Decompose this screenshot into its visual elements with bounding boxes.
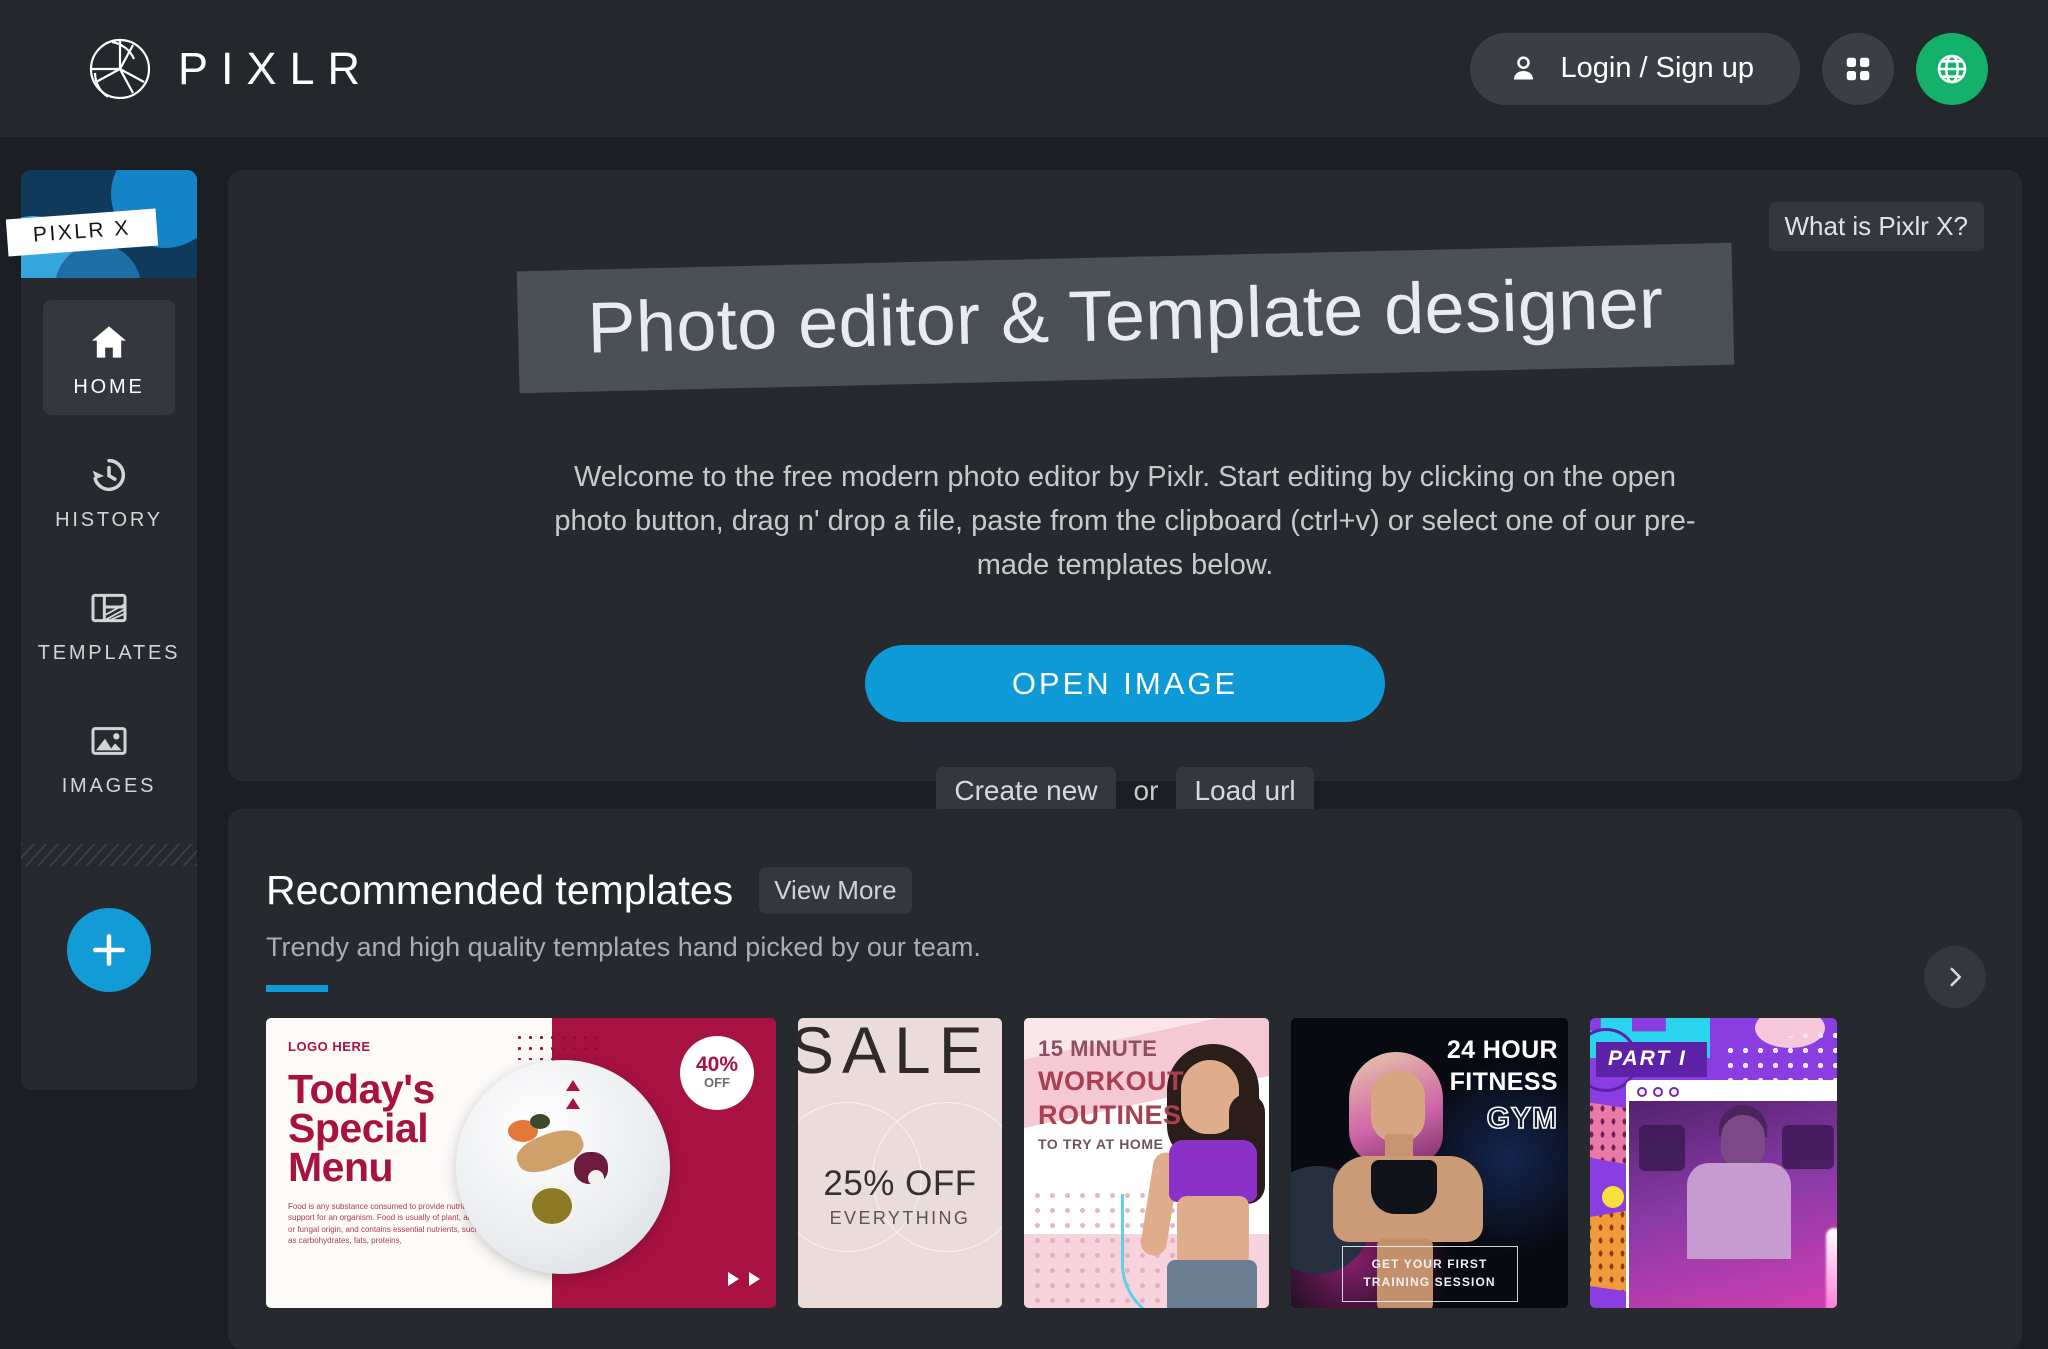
- dot-pattern-decor: [513, 1032, 604, 1060]
- sidebar-item-templates[interactable]: TEMPLATES: [38, 566, 178, 681]
- sidebar-item-label: TEMPLATES: [37, 642, 181, 664]
- templates-accent-bar: [266, 985, 328, 992]
- sidebar-item-images[interactable]: IMAGES: [43, 699, 175, 814]
- login-signup-button[interactable]: Login / Sign up: [1469, 32, 1800, 105]
- template-card[interactable]: PART I: [1590, 1018, 1837, 1308]
- hero-description: Welcome to the free modern photo editor …: [554, 461, 1696, 582]
- brand-logo[interactable]: PIXLR: [88, 37, 373, 101]
- templates-next-button[interactable]: [1924, 946, 1986, 1008]
- template-logo-placeholder: LOGO HERE: [288, 1039, 371, 1054]
- template-line1: 24 HOUR: [1446, 1036, 1558, 1064]
- template-card[interactable]: LOGO HERE Today's Special Menu Food is a…: [266, 1018, 776, 1308]
- open-image-button[interactable]: OPEN IMAGE: [865, 645, 1385, 723]
- template-subtext: EVERYTHING: [829, 1208, 971, 1228]
- triangle-decor: [565, 1080, 580, 1116]
- header-actions: Login / Sign up: [1469, 32, 1988, 105]
- app-header: PIXLR Login / Sign up: [0, 0, 2048, 137]
- sidebar-item-label: HISTORY: [55, 509, 163, 531]
- discount-badge: 40% OFF: [679, 1036, 754, 1110]
- sidebar-divider: [21, 844, 197, 866]
- template-card[interactable]: SALE 25% OFF EVERYTHING: [798, 1018, 1002, 1308]
- sidebar-nav: HOME HISTORY TEMPLATES IMAGES: [21, 278, 197, 832]
- login-signup-label: Login / Sign up: [1560, 52, 1754, 84]
- templates-icon: [91, 593, 127, 623]
- template-body-text: Food is any substance consumed to provid…: [288, 1201, 487, 1246]
- language-button[interactable]: [1916, 32, 1988, 105]
- aperture-icon: [89, 38, 151, 99]
- templates-title: Recommended templates: [266, 867, 734, 913]
- template-line2: FITNESS: [1449, 1068, 1558, 1096]
- history-icon: [92, 458, 126, 492]
- home-icon: [92, 326, 126, 358]
- template-card[interactable]: 15 MINUTE WORKOUT ROUTINES TO TRY AT HOM…: [1024, 1018, 1269, 1308]
- template-discount: 25% OFF: [823, 1164, 977, 1203]
- main-content: What is Pixlr X? Photo editor & Template…: [228, 170, 2022, 1349]
- discount-label: OFF: [703, 1075, 730, 1091]
- globe-icon: [1937, 54, 1967, 83]
- template-card[interactable]: 24 HOUR FITNESS GYM GET YOUR FIRST TRAIN…: [1291, 1018, 1568, 1308]
- hero-title-banner: Photo editor & Template designer: [516, 242, 1734, 394]
- images-icon: [91, 727, 127, 755]
- what-is-pixlr-x-button[interactable]: What is Pixlr X?: [1768, 202, 1984, 251]
- brand-name: PIXLR: [178, 42, 374, 94]
- template-line2: WORKOUT: [1038, 1066, 1184, 1096]
- person-icon: [1513, 56, 1533, 80]
- apps-grid-button[interactable]: [1822, 32, 1894, 105]
- browser-window-decor: [1626, 1080, 1837, 1308]
- template-headline: SALE: [798, 1018, 991, 1087]
- or-label: or: [1133, 775, 1159, 807]
- template-tag: PART I: [1596, 1042, 1707, 1077]
- arrow-decor: [727, 1272, 760, 1286]
- recommended-templates-panel: Recommended templates View More Trendy a…: [228, 809, 2022, 1349]
- template-line3: ROUTINES: [1038, 1100, 1182, 1130]
- page-title: Photo editor & Template designer: [586, 263, 1664, 369]
- template-line3: GYM: [1486, 1101, 1558, 1136]
- view-more-button[interactable]: View More: [759, 867, 912, 914]
- templates-subtitle: Trendy and high quality templates hand p…: [266, 932, 981, 962]
- stream-photo: [1629, 1101, 1837, 1308]
- templates-carousel: LOGO HERE Today's Special Menu Food is a…: [266, 1018, 2022, 1308]
- add-button[interactable]: [67, 908, 151, 992]
- sidebar-item-history[interactable]: HISTORY: [43, 433, 175, 548]
- window-titlebar-decor: [1629, 1083, 1837, 1101]
- templates-header: Recommended templates View More: [266, 867, 2022, 914]
- discount-value: 40%: [695, 1053, 738, 1077]
- template-line1: 15 MINUTE: [1038, 1036, 1158, 1061]
- chevron-right-icon: [1950, 967, 1962, 987]
- template-cta: GET YOUR FIRST TRAINING SESSION: [1341, 1246, 1518, 1302]
- sidebar-item-label: HOME: [73, 376, 145, 398]
- plus-icon: [93, 934, 125, 966]
- sidebar: PIXLR X HOME HISTORY TEMPLATES IMAGES: [5, 170, 197, 1090]
- template-card-image-side: 40% OFF: [455, 1018, 776, 1308]
- food-plate-image: [455, 1060, 670, 1274]
- grid-apps-icon: [1846, 57, 1870, 80]
- sidebar-item-label: IMAGES: [61, 775, 157, 797]
- circle-decor: [1602, 1186, 1624, 1208]
- sidebar-banner[interactable]: PIXLR X: [5, 170, 197, 278]
- hero-panel: What is Pixlr X? Photo editor & Template…: [228, 170, 2022, 816]
- sidebar-item-home[interactable]: HOME: [43, 300, 175, 415]
- template-line4: TO TRY AT HOME: [1038, 1136, 1164, 1152]
